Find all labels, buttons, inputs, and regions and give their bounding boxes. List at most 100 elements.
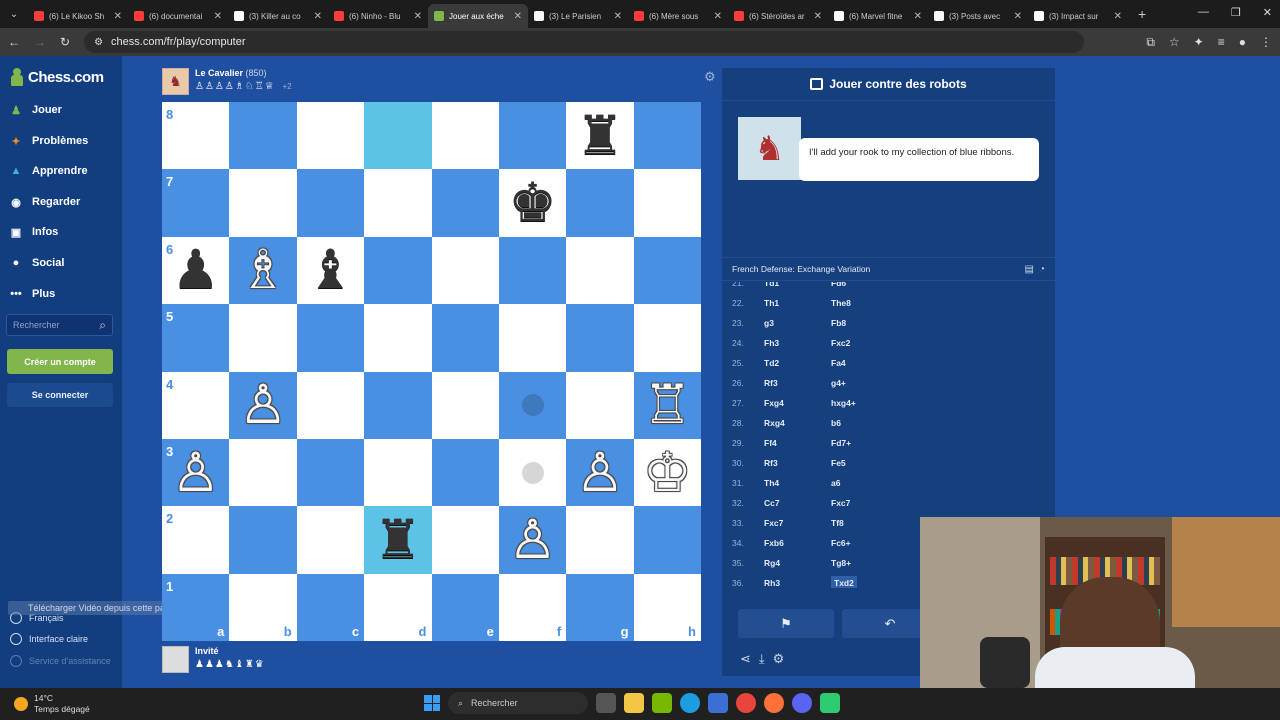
taskbar-search[interactable]: ⌕ Rechercher	[448, 692, 588, 714]
square-b1[interactable]: b	[229, 573, 297, 641]
square-e7[interactable]	[431, 169, 499, 237]
chess-piece[interactable]: ♙	[171, 445, 219, 500]
support-link[interactable]: Service d'assistance	[10, 655, 111, 667]
reload-icon[interactable]: ↻	[60, 35, 70, 49]
close-tab-icon[interactable]: ✕	[714, 11, 722, 22]
square-h6[interactable]	[633, 236, 701, 305]
square-h4[interactable]: ♖	[633, 371, 701, 439]
square-f4[interactable]	[498, 371, 567, 439]
theme-link[interactable]: Interface claire	[10, 633, 88, 645]
chess-board[interactable]: 8 ♜ 7 ♚ 6 ♟ ♗ ♝ 5 4 ♙ ♖ 3 ♙ ♙ ♔ 2 ♜ ♙ 1 a b c d e f g h	[162, 102, 701, 641]
close-tab-icon[interactable]: ✕	[1114, 11, 1122, 22]
resign-button[interactable]: ⚑	[738, 609, 834, 638]
info-icon[interactable]: ◔	[1039, 264, 1045, 275]
square-d2[interactable]: ♜	[364, 506, 432, 574]
create-account-button[interactable]: Créer un compte	[7, 349, 113, 374]
close-tab-icon[interactable]: ✕	[814, 11, 822, 22]
forward-icon[interactable]: →	[34, 35, 46, 49]
file-explorer-icon[interactable]	[624, 693, 644, 713]
chess-piece[interactable]: ♜	[576, 108, 624, 163]
browser-tab[interactable]: (6) Stéroïdes ar ✕	[728, 4, 828, 28]
bookmark-icon[interactable]: ☆	[1169, 35, 1180, 50]
square-d7[interactable]	[364, 169, 432, 237]
chess-piece[interactable]: ♝	[306, 243, 354, 297]
black-move[interactable]: Tg8+	[831, 558, 911, 568]
move-hint-dot[interactable]	[521, 461, 544, 484]
address-bar[interactable]: ⚙ chess.com/fr/play/computer	[84, 31, 1085, 53]
square-f3[interactable]	[498, 438, 567, 507]
close-tab-icon[interactable]: ✕	[314, 11, 322, 22]
sidebar-search-input[interactable]: Rechercher ⌕	[6, 314, 113, 336]
square-e2[interactable]	[431, 506, 499, 574]
app-icon[interactable]	[820, 693, 840, 713]
square-a8[interactable]: 8	[162, 102, 230, 170]
square-c8[interactable]	[296, 102, 365, 170]
black-move[interactable]: hxg4+	[831, 398, 911, 408]
square-g6[interactable]	[566, 236, 634, 305]
back-icon[interactable]: ←	[8, 35, 20, 49]
close-tab-icon[interactable]: ✕	[914, 11, 922, 22]
square-b5[interactable]	[229, 304, 297, 372]
square-f2[interactable]: ♙	[498, 506, 567, 574]
maximize-button[interactable]: ❐	[1231, 6, 1241, 19]
sidebar-item-play[interactable]: ♟ Jouer	[8, 102, 62, 118]
square-f8[interactable]	[498, 102, 567, 170]
black-move[interactable]: b6	[831, 418, 911, 428]
sidebar-item-puzzles[interactable]: ✦ Problèmes	[8, 133, 88, 149]
square-a7[interactable]: 7	[162, 169, 230, 237]
square-c4[interactable]	[296, 371, 365, 439]
settings-icon[interactable]: ⚙	[773, 651, 785, 667]
task-view-icon[interactable]	[596, 693, 616, 713]
square-c3[interactable]	[296, 438, 365, 507]
square-b3[interactable]	[229, 438, 297, 507]
black-move[interactable]: The8	[831, 298, 911, 308]
square-d3[interactable]	[364, 438, 432, 507]
square-h7[interactable]	[633, 169, 701, 237]
nvidia-icon[interactable]	[652, 693, 672, 713]
white-move[interactable]: Th1	[764, 298, 831, 308]
player-name[interactable]: Invité	[195, 646, 265, 656]
store-icon[interactable]	[708, 693, 728, 713]
browser-tab[interactable]: Jouer aux éche ✕	[428, 4, 528, 28]
black-move[interactable]: Fe5	[831, 458, 911, 468]
square-a4[interactable]: 4	[162, 371, 230, 439]
close-tab-icon[interactable]: ✕	[114, 11, 122, 22]
square-b8[interactable]	[229, 102, 297, 170]
login-button[interactable]: Se connecter	[7, 383, 113, 407]
square-d5[interactable]	[364, 304, 432, 372]
close-window-button[interactable]: ✕	[1263, 6, 1272, 19]
close-tab-icon[interactable]: ✕	[214, 11, 222, 22]
square-f1[interactable]: f	[498, 573, 567, 641]
sidebar-item-social[interactable]: ● Social	[8, 255, 65, 271]
white-move[interactable]: Rg4	[764, 558, 831, 568]
browser-tab[interactable]: (6) Ninho - Blu ✕	[328, 4, 428, 28]
browser-tab[interactable]: (6) documentai ✕	[128, 4, 228, 28]
white-move[interactable]: Rh3	[764, 578, 831, 588]
square-c1[interactable]: c	[296, 573, 365, 641]
white-move[interactable]: Rf3	[764, 378, 831, 388]
square-a1[interactable]: 1a	[162, 573, 230, 641]
move-hint-dot[interactable]	[521, 394, 544, 417]
square-f7[interactable]: ♚	[498, 169, 567, 237]
chess-piece[interactable]: ♖	[643, 378, 691, 432]
square-b4[interactable]: ♙	[229, 371, 297, 439]
square-d6[interactable]	[364, 236, 432, 305]
tab-search-button[interactable]: ⌄	[0, 0, 28, 28]
white-move[interactable]: Td1	[764, 282, 831, 288]
chess-piece[interactable]: ♙	[239, 378, 287, 432]
black-move[interactable]: Txd2	[831, 576, 857, 588]
browser-tab[interactable]: (6) Marvel fitne ✕	[828, 4, 928, 28]
sidebar-item-watch[interactable]: ◉ Regarder	[8, 194, 80, 210]
square-a5[interactable]: 5	[162, 304, 230, 372]
white-move[interactable]: Th4	[764, 478, 831, 488]
white-move[interactable]: Rxg4	[764, 418, 831, 428]
browser-tab[interactable]: (6) Le Kikoo Sh ✕	[28, 4, 128, 28]
square-b6[interactable]: ♗	[229, 236, 297, 305]
square-f5[interactable]	[498, 304, 567, 372]
browser-menu-icon[interactable]: ⋮	[1260, 35, 1272, 50]
black-move[interactable]: Fa4	[831, 358, 911, 368]
black-move[interactable]: Fxc2	[831, 338, 911, 348]
black-move[interactable]: Fd6	[831, 282, 911, 288]
close-tab-icon[interactable]: ✕	[514, 11, 522, 22]
black-move[interactable]: Tf8	[831, 518, 911, 528]
